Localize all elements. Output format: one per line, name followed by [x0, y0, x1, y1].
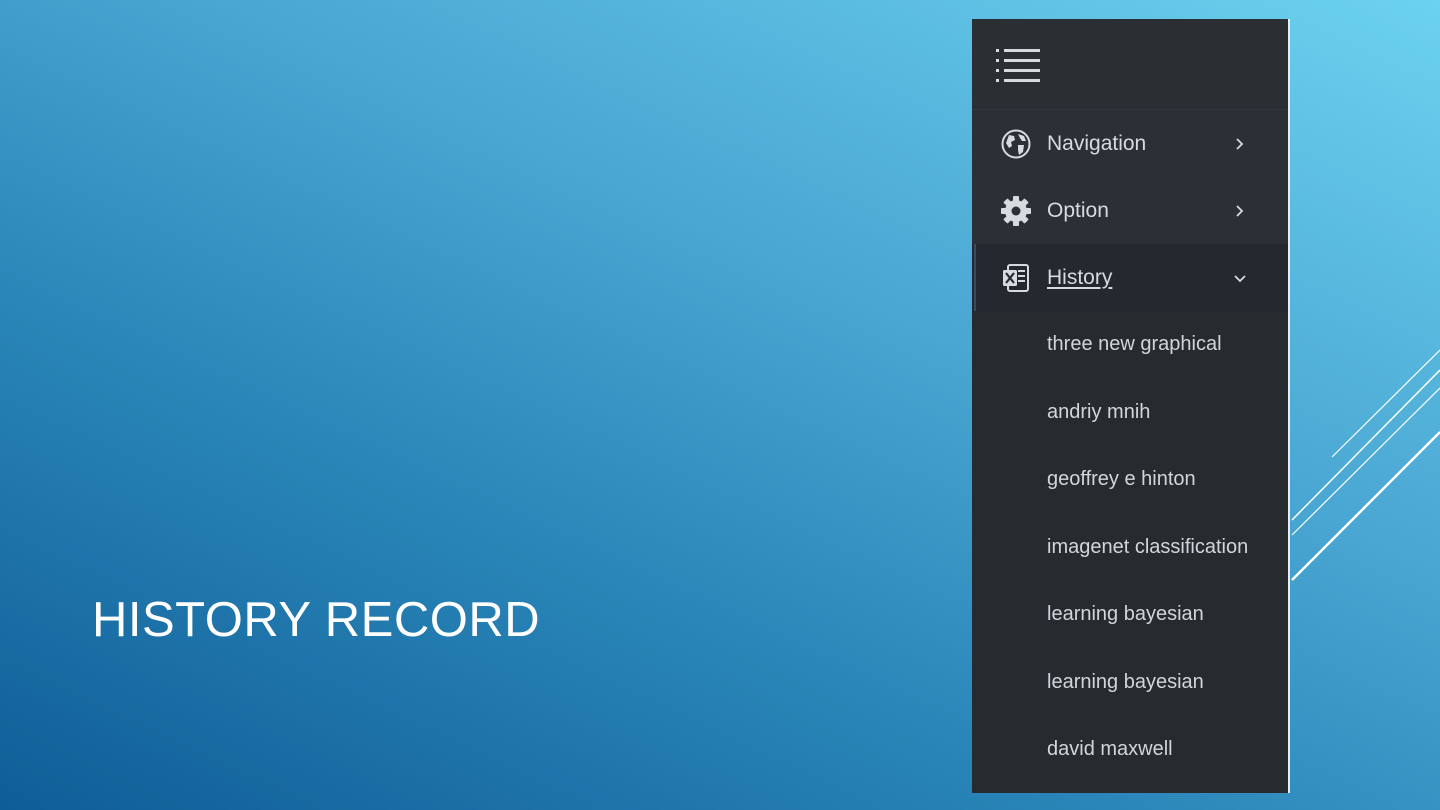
history-item[interactable]: geoffrey e hinton	[972, 446, 1288, 514]
sidebar-panel: Navigation Option History three new grap…	[972, 19, 1290, 793]
hamburger-icon[interactable]	[996, 47, 1042, 87]
history-list: three new graphical andriy mnih geoffrey…	[972, 311, 1288, 784]
history-item[interactable]: learning bayesian	[972, 581, 1288, 649]
history-item[interactable]: three new graphical	[972, 311, 1288, 379]
history-item[interactable]: david maxwell	[972, 716, 1288, 784]
history-item[interactable]: andriy mnih	[972, 379, 1288, 447]
sidebar-item-navigation[interactable]: Navigation	[972, 110, 1288, 177]
decorative-lines	[1291, 349, 1440, 581]
chevron-down-icon	[1234, 275, 1246, 283]
sidebar-menu: Navigation Option History three new grap…	[972, 110, 1288, 784]
sidebar-item-label: Option	[1047, 198, 1109, 222]
chevron-right-icon	[1236, 138, 1244, 150]
sidebar-item-option[interactable]: Option	[972, 177, 1288, 244]
sidebar-item-history[interactable]: History	[972, 244, 1288, 311]
history-item[interactable]: learning bayesian	[972, 649, 1288, 717]
globe-icon	[1001, 129, 1031, 159]
gear-icon	[1001, 196, 1031, 226]
sidebar-item-label: History	[1047, 265, 1113, 289]
slide-title: HISTORY RECORD	[92, 593, 541, 647]
sidebar-header	[972, 19, 1288, 110]
history-item[interactable]: imagenet classification	[972, 514, 1288, 582]
chevron-right-icon	[1236, 205, 1244, 217]
sidebar-item-label: Navigation	[1047, 131, 1147, 155]
excel-file-icon	[1003, 264, 1029, 292]
